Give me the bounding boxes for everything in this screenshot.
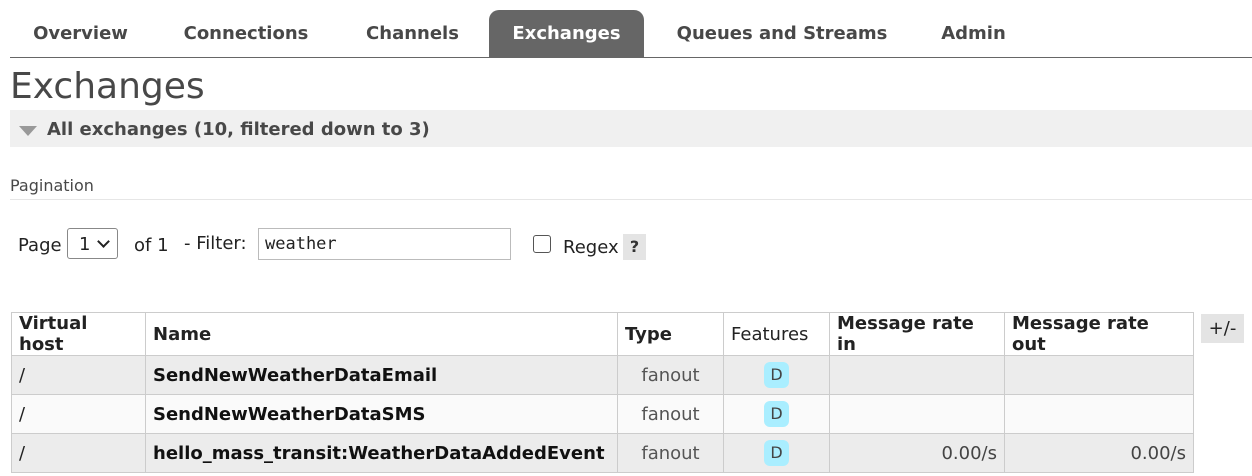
cell-type: fanout (617, 355, 724, 395)
exchange-name-link[interactable]: SendNewWeatherDataSMS (145, 394, 618, 434)
column-header-message-rate-in[interactable]: Message rate in (829, 312, 1005, 356)
pagination-divider (10, 199, 1252, 200)
cell-message-rate-out (1004, 355, 1194, 395)
main-tab-bar: Overview Connections Channels Exchanges … (10, 10, 1252, 58)
tab-overview[interactable]: Overview (10, 10, 151, 57)
cell-message-rate-in (829, 394, 1005, 434)
tab-queues-and-streams[interactable]: Queues and Streams (658, 10, 906, 57)
cell-virtual-host: / (11, 355, 146, 395)
page-label: Page (18, 235, 62, 256)
durable-badge: D (764, 401, 789, 427)
column-toggle-button[interactable]: +/- (1201, 314, 1244, 343)
durable-badge: D (764, 362, 789, 388)
table-row: / SendNewWeatherDataSMS fanout D (11, 394, 1194, 434)
column-header-virtual-host[interactable]: Virtual host (11, 312, 146, 356)
regex-label: Regex (563, 237, 619, 258)
all-exchanges-section-toggle[interactable]: All exchanges (10, filtered down to 3) (10, 110, 1252, 147)
regex-help-button[interactable]: ? (623, 234, 646, 260)
cell-message-rate-in (829, 355, 1005, 395)
exchanges-table: Virtual host Name Type Features Message … (11, 312, 1194, 473)
column-header-type[interactable]: Type (617, 312, 724, 356)
cell-features: D (723, 394, 830, 434)
cell-features: D (723, 355, 830, 395)
pagination-heading: Pagination (10, 176, 94, 195)
cell-features: D (723, 433, 830, 473)
cell-virtual-host: / (11, 394, 146, 434)
table-header-row: Virtual host Name Type Features Message … (11, 312, 1194, 356)
page-select-value: 1 (79, 234, 91, 255)
collapse-triangle-icon (19, 126, 37, 136)
column-header-name[interactable]: Name (145, 312, 618, 356)
filter-input[interactable] (258, 228, 511, 260)
table-row: / hello_mass_transit:WeatherDataAddedEve… (11, 433, 1194, 473)
tab-channels[interactable]: Channels (345, 10, 480, 57)
table-row: / SendNewWeatherDataEmail fanout D (11, 355, 1194, 395)
tab-connections[interactable]: Connections (165, 10, 327, 57)
regex-checkbox[interactable] (533, 235, 551, 253)
exchange-name-link[interactable]: hello_mass_transit:WeatherDataAddedEvent (145, 433, 618, 473)
cell-virtual-host: / (11, 433, 146, 473)
cell-message-rate-out (1004, 394, 1194, 434)
filter-label: - Filter: (184, 233, 247, 254)
exchange-name-link[interactable]: SendNewWeatherDataEmail (145, 355, 618, 395)
page-select[interactable]: 1 (67, 228, 118, 259)
tab-admin[interactable]: Admin (923, 10, 1024, 57)
chevron-down-icon (97, 235, 110, 248)
page-count-label: of 1 (134, 235, 169, 256)
cell-type: fanout (617, 394, 724, 434)
section-label: All exchanges (10, filtered down to 3) (47, 119, 430, 140)
column-header-message-rate-out[interactable]: Message rate out (1004, 312, 1194, 356)
durable-badge: D (764, 440, 789, 466)
column-header-features: Features (723, 312, 830, 356)
cell-type: fanout (617, 433, 724, 473)
page-title: Exchanges (10, 66, 205, 107)
cell-message-rate-out: 0.00/s (1004, 433, 1194, 473)
cell-message-rate-in: 0.00/s (829, 433, 1005, 473)
tab-exchanges[interactable]: Exchanges (489, 10, 644, 57)
